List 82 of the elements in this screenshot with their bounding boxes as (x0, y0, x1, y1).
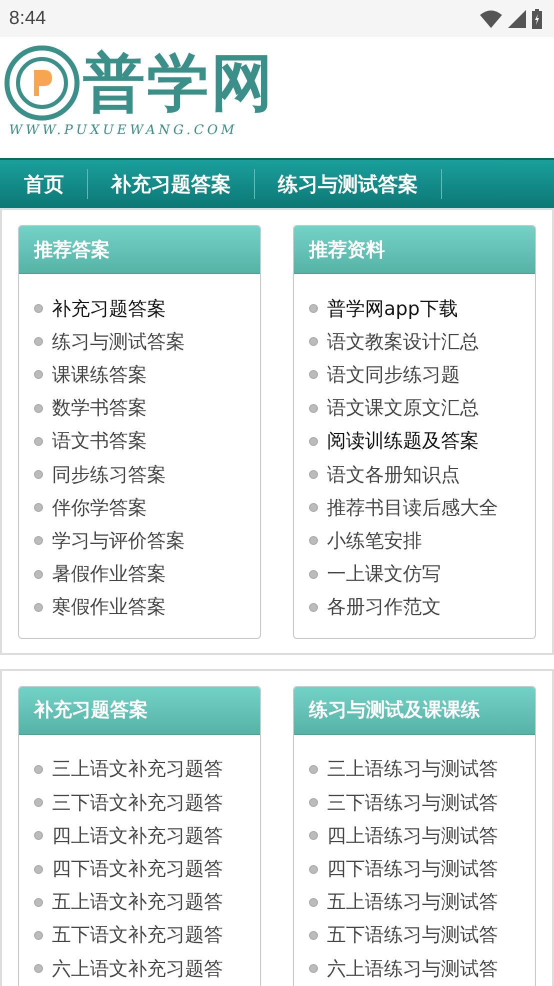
bullet-icon (309, 337, 318, 346)
bullet-icon (309, 404, 318, 413)
bullet-icon (309, 470, 318, 480)
bullet-icon (309, 864, 318, 874)
list-link[interactable]: 普学网app下载 (327, 296, 458, 322)
card-title: 练习与测试及课课练 (294, 686, 535, 735)
list-link[interactable]: 学习与评价答案 (52, 528, 185, 554)
list-link[interactable]: 五上语文补充习题答 (52, 889, 223, 916)
list-link[interactable]: 四下语练习与测试答 (327, 856, 498, 882)
bullet-icon (309, 831, 318, 840)
bullet-icon (34, 304, 43, 314)
list-link[interactable]: 语文教案设计汇总 (327, 328, 479, 355)
list-link[interactable]: 阅读训练题及答案 (327, 428, 479, 454)
list-link[interactable]: 三下语文补充习题答 (52, 790, 223, 816)
list-link[interactable]: 小练笔安排 (327, 528, 422, 554)
list-link[interactable]: 四上语练习与测试答 (327, 822, 498, 849)
list-link[interactable]: 三上语练习与测试答 (327, 756, 498, 782)
bullet-icon (34, 470, 43, 480)
bullet-icon (309, 602, 318, 612)
card-title: 补充习题答案 (19, 686, 260, 735)
nav-link[interactable]: 首页 (0, 169, 88, 199)
bullet-icon (34, 602, 43, 612)
list-link[interactable]: 四上语文补充习题答 (52, 822, 223, 849)
list-link[interactable]: 语文书答案 (52, 428, 147, 454)
bullet-icon (309, 370, 318, 380)
list-link[interactable]: 一上课文仿写 (327, 561, 441, 588)
signal-icon (508, 10, 526, 28)
bullet-icon (309, 503, 318, 512)
bullet-icon (34, 404, 43, 413)
list-link[interactable]: 五上语练习与测试答 (327, 889, 498, 916)
bullet-icon (309, 764, 318, 774)
bullet-icon (309, 436, 318, 446)
list-link[interactable]: 暑假作业答案 (52, 561, 166, 588)
bullet-icon (34, 864, 43, 874)
bullet-icon (309, 536, 318, 546)
bullet-icon (34, 798, 43, 808)
list-link[interactable]: 六上语文补充习题答 (52, 956, 223, 982)
list-link[interactable]: 各册习作范文 (327, 594, 441, 620)
bullet-icon (34, 370, 43, 380)
bullet-icon (309, 798, 318, 808)
bullet-icon (309, 898, 318, 907)
list-link[interactable]: 语文同步练习题 (327, 362, 460, 388)
status-time: 8:44 (9, 8, 46, 30)
bullet-icon (34, 930, 43, 940)
battery-icon (532, 8, 542, 28)
nav-link[interactable]: 练习与测试答案 (255, 169, 442, 199)
list-link[interactable]: 练习与测试答案 (52, 328, 185, 355)
list-link[interactable]: 四下语文补充习题答 (52, 856, 223, 882)
bullet-icon (34, 337, 43, 346)
nav-link[interactable]: 补充习题答案 (88, 169, 255, 199)
bullet-icon (34, 964, 43, 974)
list-link[interactable]: 语文课文原文汇总 (327, 395, 479, 422)
bullet-icon (309, 964, 318, 974)
wifi-icon (480, 10, 502, 28)
logo-url: WWW.PUXUEWANG.COM (9, 123, 239, 138)
bullet-icon (34, 536, 43, 546)
list-link[interactable]: 寒假作业答案 (52, 594, 166, 620)
bullet-icon (34, 898, 43, 907)
list-link[interactable]: 六上语练习与测试答 (327, 956, 498, 982)
list-link[interactable]: 五下语练习与测试答 (327, 922, 498, 948)
list-link[interactable]: 推荐书目读后感大全 (327, 494, 498, 521)
list-link[interactable]: 课课练答案 (52, 362, 147, 388)
bullet-icon (34, 764, 43, 774)
bullet-icon (34, 831, 43, 840)
bullet-icon (34, 503, 43, 512)
list-link[interactable]: 三下语练习与测试答 (327, 790, 498, 816)
list-link[interactable]: 伴你学答案 (52, 494, 147, 521)
list-link[interactable]: 补充习题答案 (52, 296, 166, 322)
bullet-icon (309, 930, 318, 940)
card-title: 推荐资料 (294, 226, 535, 274)
bullet-icon (309, 570, 318, 579)
logo-icon (3, 44, 81, 122)
bullet-icon (34, 436, 43, 446)
bullet-icon (34, 570, 43, 579)
logo-title: 普学网 (83, 45, 275, 121)
list-link[interactable]: 语文各册知识点 (327, 462, 460, 488)
list-link[interactable]: 同步练习答案 (52, 462, 166, 488)
list-link[interactable]: 数学书答案 (52, 395, 147, 422)
bullet-icon (309, 304, 318, 314)
card-title: 推荐答案 (19, 226, 260, 274)
list-link[interactable]: 三上语文补充习题答 (52, 756, 223, 782)
list-link[interactable]: 五下语文补充习题答 (52, 922, 223, 948)
